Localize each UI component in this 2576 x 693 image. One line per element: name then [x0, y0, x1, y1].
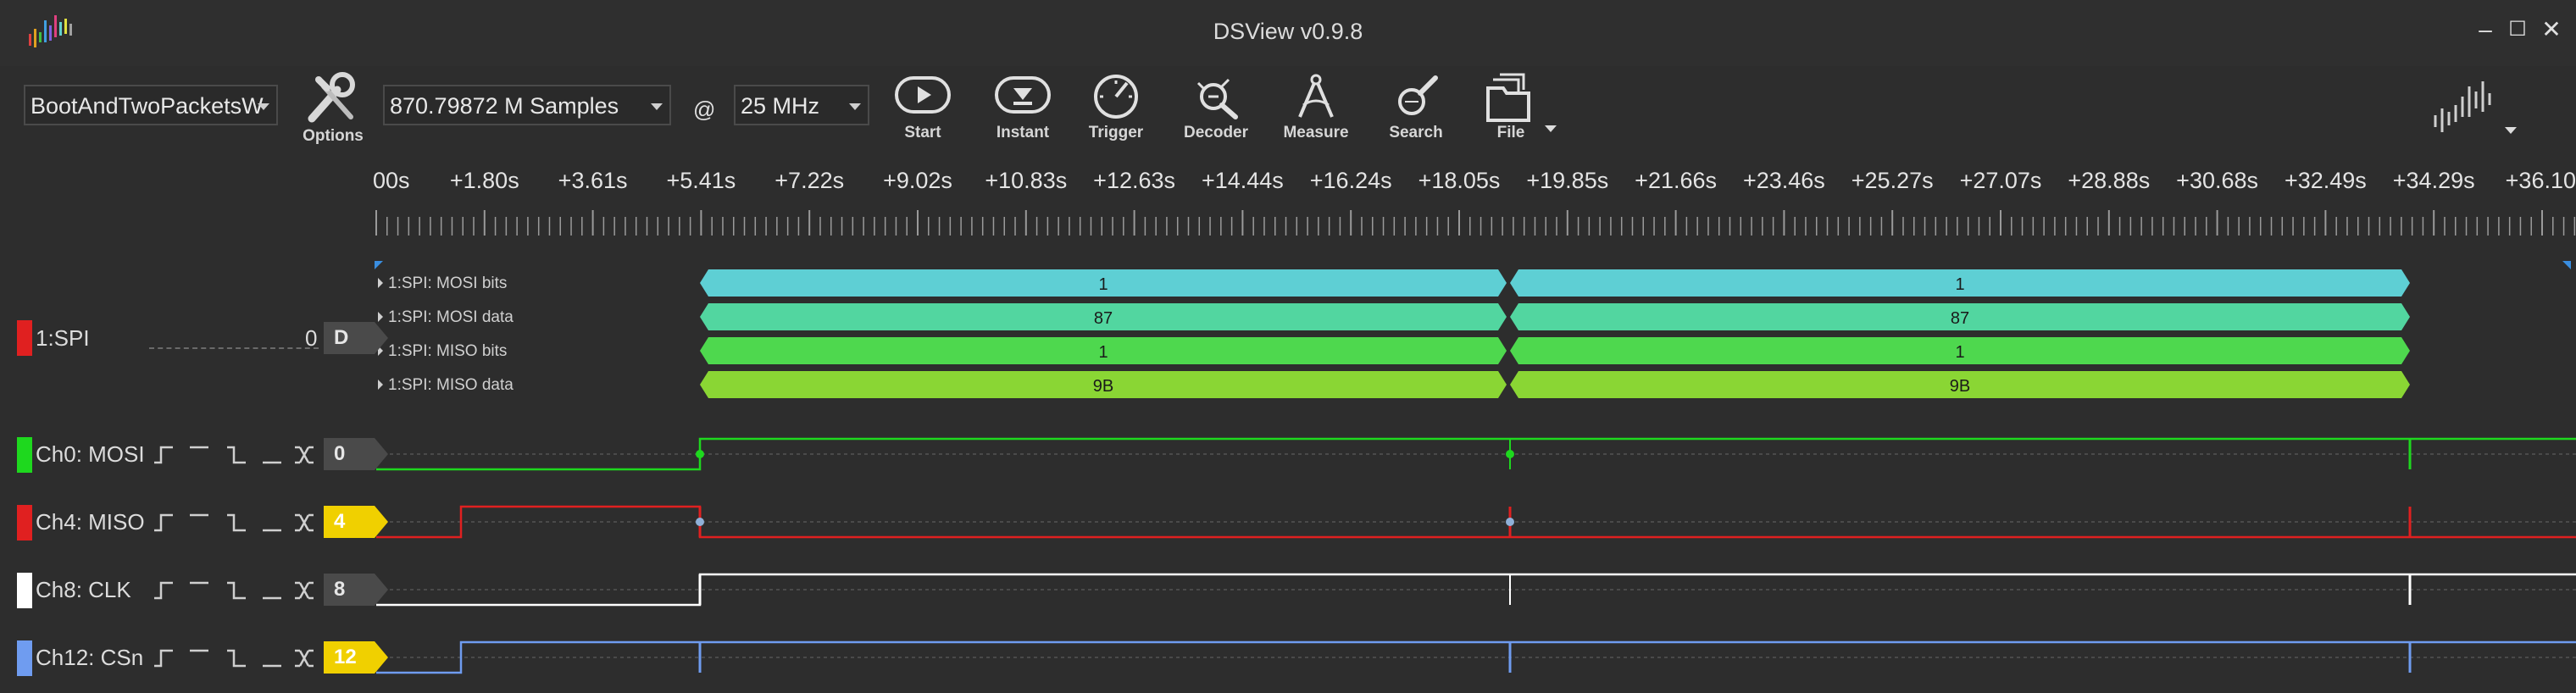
channel-name[interactable]: Ch4: MISO — [36, 509, 145, 535]
channel-chip[interactable]: 0 — [324, 438, 375, 470]
expand-arrow-icon — [378, 380, 383, 390]
decoder-chip-point — [375, 322, 388, 354]
expand-arrow-icon — [378, 278, 383, 288]
sample-dot — [696, 518, 704, 526]
ruler-label: +32.49s — [2284, 168, 2367, 193]
channel-chip-point — [375, 641, 388, 674]
decoder-segment-value: 9B — [1093, 377, 1113, 396]
ruler-label: +19.85s — [1526, 168, 1609, 193]
any-edge-icon[interactable] — [295, 446, 314, 464]
ruler-label: +3.61s — [558, 168, 628, 193]
ruler-label: +30.68s — [2176, 168, 2259, 193]
channel-name[interactable]: Ch12: CSn — [36, 645, 143, 671]
decoder-segment-value: 87 — [1094, 309, 1113, 328]
decoder-row-label: 1:SPI: MOSI bits — [388, 274, 508, 292]
ruler-label: +34.29s — [2392, 168, 2475, 193]
ruler-label: +27.07s — [1959, 168, 2042, 193]
rising-edge-icon[interactable] — [154, 446, 173, 464]
channel-name[interactable]: Ch8: CLK — [36, 577, 131, 603]
ruler-label: +9.02s — [883, 168, 952, 193]
time-ruler[interactable]: 00s +1.80s +3.61s +5.41s +7.22s +9.02s +10.83s… — [373, 151, 2576, 252]
ruler-label: +25.27s — [1851, 168, 1934, 193]
decoder-color-swatch — [17, 320, 32, 356]
decoder-segment-value: 1 — [1098, 275, 1108, 294]
decoder-chip[interactable]: D — [324, 322, 375, 354]
channel-name[interactable]: Ch0: MOSI — [36, 441, 145, 468]
channel-chip-point — [375, 574, 388, 606]
decoder-row-label: 1:SPI: MOSI data — [388, 308, 514, 326]
channel-chip[interactable]: 4 — [324, 506, 375, 538]
decoder-name: 1:SPI — [36, 325, 90, 351]
ruler-label: +16.24s — [1309, 168, 1392, 193]
decoder-segment-value: 9B — [1950, 377, 1970, 396]
ruler-label: +1.80s — [449, 168, 519, 193]
ruler-label: +5.41s — [666, 168, 736, 193]
ruler-label: +36.10 — [2505, 168, 2576, 193]
any-edge-icon[interactable] — [295, 581, 314, 600]
ruler-label: +12.63s — [1093, 168, 1176, 193]
channel-color-swatch[interactable] — [17, 437, 32, 473]
channel-chip[interactable]: 8 — [324, 574, 375, 606]
decoder-segment-value: 1 — [1955, 343, 1964, 362]
marker-icon — [2562, 261, 2571, 269]
sample-dot — [1506, 450, 1514, 458]
ruler-label: +18.05s — [1418, 168, 1501, 193]
decoder-segment-value: 87 — [1951, 309, 1969, 328]
any-edge-icon[interactable] — [295, 649, 314, 668]
expand-arrow-icon — [378, 312, 383, 322]
sample-dot — [1506, 518, 1514, 526]
decoder-segment-value: 1 — [1955, 275, 1964, 294]
ruler-label: +28.88s — [2068, 168, 2151, 193]
falling-edge-icon[interactable] — [227, 581, 246, 600]
falling-edge-icon[interactable] — [227, 649, 246, 668]
ruler-label: +14.44s — [1201, 168, 1284, 193]
decoder-segment-value: 1 — [1098, 343, 1108, 362]
ruler-label: +23.46s — [1742, 168, 1825, 193]
ruler-label: +10.83s — [985, 168, 1068, 193]
ruler-label: 00s — [373, 168, 410, 193]
rising-edge-icon[interactable] — [154, 513, 173, 532]
falling-edge-icon[interactable] — [227, 446, 246, 464]
marker-icon — [375, 261, 383, 269]
channel-chip-point — [375, 506, 388, 538]
channel-color-swatch[interactable] — [17, 573, 32, 608]
rising-edge-icon[interactable] — [154, 649, 173, 668]
decoder-value-line — [149, 347, 319, 349]
channel-chip[interactable]: 12 — [324, 641, 375, 674]
rising-edge-icon[interactable] — [154, 581, 173, 600]
ruler-label: +21.66s — [1635, 168, 1718, 193]
channel-chip-point — [375, 438, 388, 470]
any-edge-icon[interactable] — [295, 513, 314, 532]
decoder-value: 0 — [305, 325, 318, 351]
channel-color-swatch[interactable] — [17, 640, 32, 676]
sample-dot — [696, 450, 704, 458]
decoder-row-label: 1:SPI: MISO bits — [388, 342, 508, 360]
falling-edge-icon[interactable] — [227, 513, 246, 532]
decoder-row-label: 1:SPI: MISO data — [388, 376, 514, 394]
channel-color-swatch[interactable] — [17, 505, 32, 541]
ruler-label: +7.22s — [774, 168, 845, 193]
